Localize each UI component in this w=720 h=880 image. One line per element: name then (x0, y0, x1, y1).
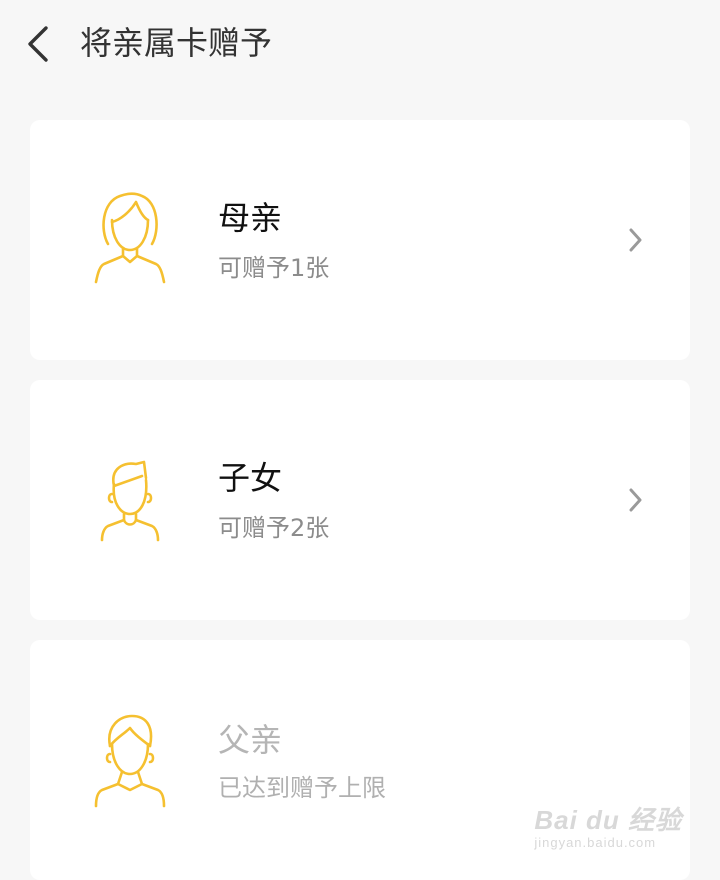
male-avatar-icon (94, 714, 166, 808)
watermark-url: jingyan.baidu.com (534, 835, 657, 850)
relative-name: 母亲 (218, 199, 283, 237)
relative-status: 已达到赠予上限 (218, 774, 386, 802)
child-avatar-icon (100, 460, 160, 542)
female-avatar-icon (94, 192, 166, 284)
back-arrow-icon[interactable] (22, 24, 58, 64)
page-title: 将亲属卡赠予 (80, 24, 273, 62)
chevron-right-icon (629, 488, 642, 512)
relative-status: 可赠予1张 (218, 254, 330, 282)
chevron-right-icon (629, 228, 642, 252)
top-bar: 将亲属卡赠予 (0, 0, 720, 90)
watermark-main: Bai du 经验 (534, 805, 682, 835)
relative-card-mother[interactable]: 母亲 可赠予1张 (30, 120, 690, 360)
relative-card-children[interactable]: 子女 可赠予2张 (30, 380, 690, 620)
baidu-jingyan-watermark: Bai du 经验 jingyan.baidu.com (534, 800, 682, 850)
relative-name: 子女 (218, 459, 283, 497)
relative-name: 父亲 (218, 721, 283, 759)
relative-status: 可赠予2张 (218, 514, 330, 542)
